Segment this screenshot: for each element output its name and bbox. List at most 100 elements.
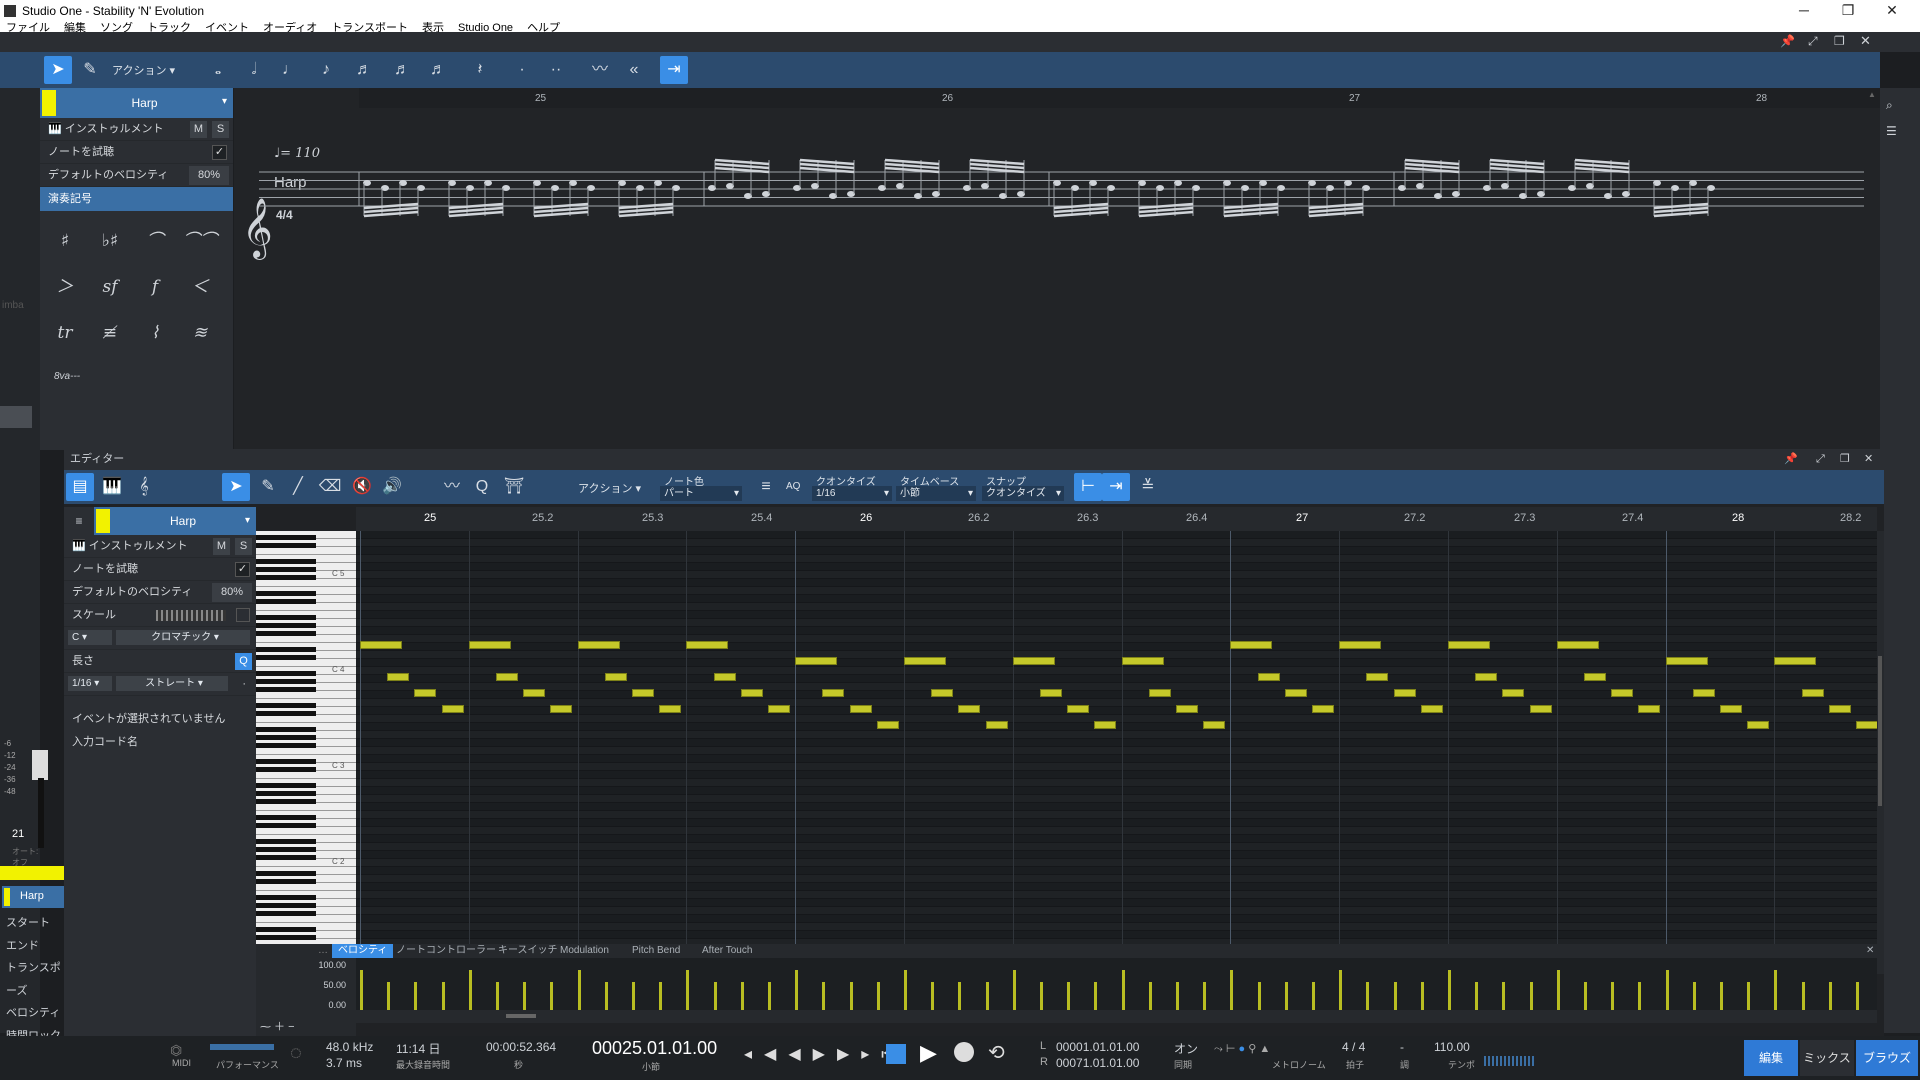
mute-button[interactable]: M — [213, 538, 230, 555]
white-key[interactable] — [256, 827, 356, 835]
midi-note[interactable] — [1284, 689, 1307, 697]
score-track-header[interactable]: Harp ▾ — [40, 88, 233, 118]
velocity-bar[interactable] — [632, 982, 635, 1010]
maximize-panel-icon[interactable]: ❐ — [1834, 34, 1845, 48]
dot-icon[interactable]: · — [242, 673, 246, 696]
solo-button[interactable]: S — [235, 538, 252, 555]
white-key[interactable] — [256, 915, 356, 923]
midi-note[interactable] — [1420, 705, 1443, 713]
black-key[interactable] — [256, 903, 316, 908]
black-key[interactable] — [256, 535, 316, 540]
midi-note[interactable] — [1067, 705, 1090, 713]
menu-audio[interactable]: オーディオ — [263, 22, 317, 32]
menu-studioone[interactable]: Studio One — [458, 22, 513, 32]
velocity-bar[interactable] — [1502, 982, 1506, 1010]
sforzando-symbol[interactable]: sf — [90, 267, 130, 307]
eraser-tool-icon[interactable]: ⌫ — [316, 473, 344, 501]
midi-note[interactable] — [1801, 689, 1824, 697]
phrase-slur-symbol[interactable]: ⌒⌒ — [180, 221, 220, 261]
midi-note[interactable] — [740, 689, 763, 697]
black-key[interactable] — [256, 815, 316, 820]
curve-tool-icon[interactable]: ⁓ ＋ − — [260, 1018, 295, 1034]
midi-note[interactable] — [414, 689, 437, 697]
chevron-down-icon[interactable]: ▾ — [222, 96, 227, 107]
black-key[interactable] — [256, 839, 316, 844]
double-dot-icon[interactable]: ·· — [542, 56, 570, 84]
sync-value[interactable]: オン — [1174, 1040, 1198, 1057]
midi-note[interactable] — [1529, 705, 1552, 713]
midi-note[interactable] — [904, 657, 946, 665]
midi-note[interactable] — [1774, 657, 1817, 665]
default-velocity-field[interactable]: 80% — [189, 166, 229, 185]
loop-icon[interactable]: ⟲ — [988, 1040, 1005, 1065]
time-display[interactable]: 00:00:52.364 — [486, 1040, 556, 1054]
midi-note[interactable] — [1203, 721, 1226, 729]
velocity-bar[interactable] — [686, 970, 690, 1010]
black-key[interactable] — [256, 679, 316, 684]
minimize-button[interactable]: ─ — [1782, 0, 1826, 20]
white-key[interactable] — [256, 691, 356, 699]
black-key[interactable] — [256, 655, 316, 660]
midi-note[interactable] — [822, 689, 845, 697]
strip-track-name[interactable]: Harp — [2, 886, 64, 908]
piano-track-header[interactable]: ≡ Harp ▾ — [64, 507, 256, 535]
midi-note[interactable] — [604, 673, 627, 681]
white-key[interactable] — [256, 579, 356, 587]
pencil-tool-icon[interactable]: ✎ — [76, 56, 104, 84]
tuplet-icon[interactable]: 〰 — [438, 473, 466, 501]
time-signature-value[interactable]: 4 / 4 — [1342, 1040, 1365, 1054]
follow-icon[interactable]: ⇥ — [660, 56, 688, 84]
thirtysecond-note-icon[interactable]: ♬ — [388, 56, 416, 84]
velocity-bar[interactable] — [1584, 982, 1587, 1010]
black-key[interactable] — [256, 791, 316, 796]
quantize-select[interactable]: 1/16 ▾ — [812, 486, 892, 501]
black-key[interactable] — [256, 711, 316, 716]
maximize-panel-icon[interactable]: ❐ — [1840, 449, 1850, 470]
search-icon[interactable]: ⌕ — [1886, 98, 1893, 113]
scale-checkbox[interactable] — [236, 608, 250, 622]
velocity-bar[interactable] — [1040, 982, 1043, 1010]
velocity-bar[interactable] — [1448, 970, 1451, 1010]
midi-note[interactable] — [1040, 689, 1062, 697]
pencil-tool-icon[interactable]: ✎ — [254, 473, 282, 501]
velocity-bar[interactable] — [1801, 982, 1805, 1010]
velocity-bar[interactable] — [985, 982, 989, 1010]
prev-marker-icon[interactable]: ◂ — [744, 1046, 764, 1063]
velocity-bar[interactable] — [1176, 982, 1179, 1010]
follow-icon[interactable]: ⇥ — [1102, 473, 1130, 501]
velocity-bar[interactable] — [577, 970, 581, 1010]
midi-note[interactable] — [1638, 705, 1661, 713]
black-key[interactable] — [256, 599, 316, 604]
white-key[interactable] — [256, 547, 356, 555]
white-key[interactable] — [256, 747, 356, 755]
velocity-bar[interactable] — [1856, 982, 1859, 1010]
humanize-icon[interactable]: ⛩ — [500, 473, 528, 501]
menu-event[interactable]: イベント — [205, 22, 249, 32]
midi-note[interactable] — [1148, 689, 1171, 697]
velocity-bar[interactable] — [1611, 982, 1615, 1010]
black-key[interactable] — [256, 879, 316, 884]
midi-note[interactable] — [441, 705, 464, 713]
length-quantize-button[interactable]: Q — [235, 653, 252, 670]
sharp-symbol[interactable]: ♯ — [45, 221, 85, 261]
white-key[interactable] — [256, 771, 356, 779]
midi-note[interactable] — [1176, 705, 1198, 713]
velocity-bar[interactable] — [550, 982, 554, 1010]
midi-note[interactable] — [1720, 705, 1742, 713]
velocity-bar[interactable] — [1720, 982, 1723, 1010]
note-grid[interactable] — [356, 531, 1877, 974]
menu-transport[interactable]: トランスポート — [331, 22, 408, 32]
black-key[interactable] — [256, 783, 316, 788]
menu-help[interactable]: ヘルプ — [527, 22, 560, 32]
sixtyfourth-note-icon[interactable]: ♬ — [424, 56, 452, 84]
loop-end[interactable]: 00071.01.01.00 — [1056, 1056, 1139, 1070]
next-marker-icon[interactable]: ▸ — [861, 1046, 881, 1063]
back-icon[interactable]: « — [620, 56, 648, 84]
black-key[interactable] — [256, 767, 316, 772]
midi-note[interactable] — [550, 705, 573, 713]
rest-icon[interactable]: 𝄽 — [466, 56, 494, 84]
detach-icon[interactable]: ⤢ — [1816, 449, 1825, 470]
rewind-icon[interactable]: ◀◀ — [764, 1046, 813, 1063]
tab-note-controller[interactable]: ノートコントローラー — [390, 944, 502, 958]
velocity-bar[interactable] — [1420, 982, 1424, 1010]
